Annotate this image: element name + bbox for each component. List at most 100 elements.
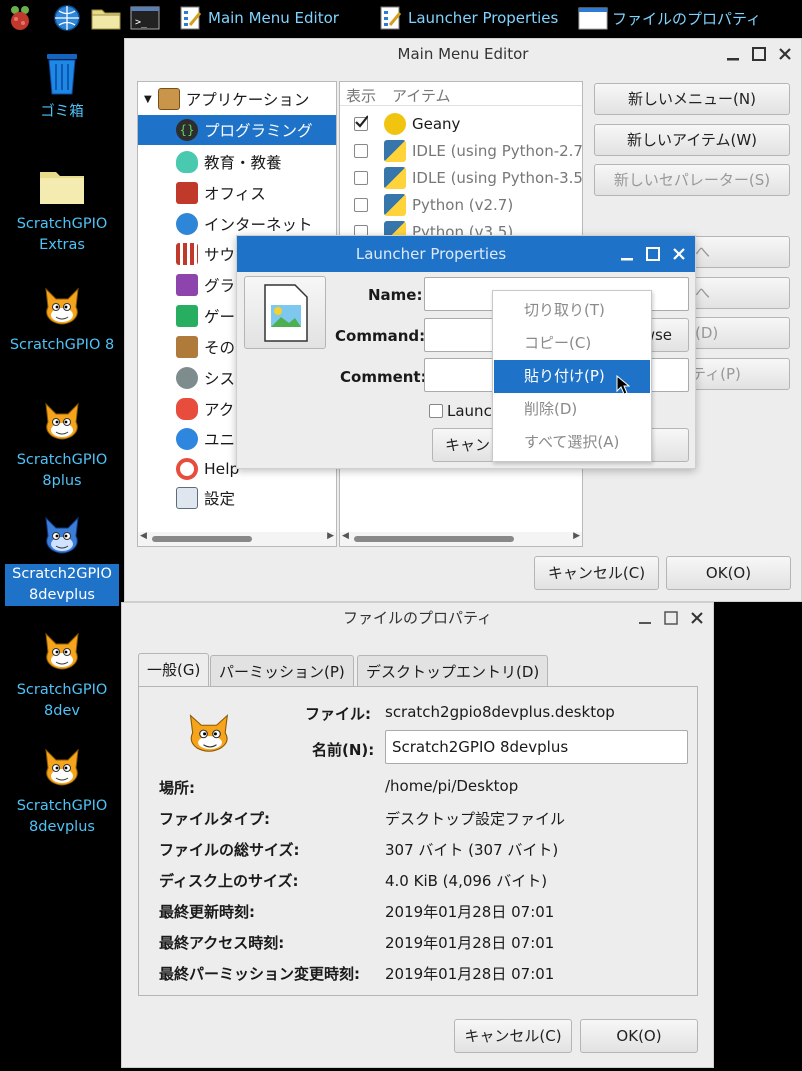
maximize-icon[interactable] [645,246,661,262]
general-tab-panel: ファイル: scratch2gpio8devplus.desktop 名前(N)… [138,686,698,996]
ok-button[interactable]: OK(O) [666,556,791,590]
education-icon [176,151,198,173]
desktop-icon-scratch2gpio-8devplus[interactable]: Scratch2GPIO 8devplus [4,512,120,606]
menu-item-copy[interactable]: コピー(C) [494,327,650,360]
list-header: 表示 アイテム [340,82,582,106]
ok-button[interactable]: OK(O) [580,1019,698,1053]
tree-item-office[interactable]: オフィス [138,178,266,208]
raspberry-menu-icon[interactable] [6,4,34,32]
tab-desktop-entry[interactable]: デスクトップエントリ(D) [357,655,549,687]
visible-checkbox[interactable] [354,170,368,185]
column-header-item[interactable]: アイテム [392,85,451,106]
name-label: Name: [368,286,423,304]
desktop-icon-label: ScratchGPIO 8dev [16,682,108,719]
permission-changed-label: 最終パーミッション変更時刻: [159,965,360,983]
disk-size-value: 4.0 KiB (4,096 バイト) [385,872,548,890]
browser-icon[interactable] [53,4,81,32]
minimize-icon[interactable] [725,46,741,62]
tree-horizontal-scrollbar[interactable]: ◀ ▶ [138,531,336,546]
tree-item-programming[interactable]: {} プログラミング [138,115,336,145]
tree-item-settings[interactable]: 設定 [138,483,235,513]
tab-bar: 一般(G) パーミッション(P) デスクトップエントリ(D) [138,653,698,689]
universal-access-icon [176,428,198,450]
other-icon [176,336,198,358]
programming-icon: {} [176,119,198,141]
tree-item-graphics[interactable]: グラ [138,270,235,300]
scratch-cat-icon [38,628,86,676]
tree-item-education[interactable]: 教育・教養 [138,147,282,177]
terminal-icon[interactable]: >_ [130,4,160,32]
launch-in-terminal-checkbox[interactable]: Launc [429,402,492,420]
python-icon [384,193,406,216]
desktop-icon-scratchgpio-extras[interactable]: ScratchGPIO Extras [4,162,120,256]
desktop-icon-label: ScratchGPIO 8 [9,337,115,353]
cancel-button[interactable]: キャンセル(C) [454,1019,572,1053]
tree-item-other[interactable]: その [138,332,235,362]
help-icon [176,458,198,480]
name-input[interactable]: Scratch2GPIO 8devplus [385,730,688,764]
expand-arrow-icon[interactable]: ▼ [144,94,152,105]
tree-item-accessories[interactable]: アク [138,394,234,424]
task-file-properties[interactable]: ファイルのプロパティ [578,2,761,34]
file-type-label: ファイルタイプ: [159,810,270,828]
task-label: Launcher Properties [408,9,559,27]
column-header-show[interactable]: 表示 [346,85,376,106]
desktop-icon-scratchgpio-8[interactable]: ScratchGPIO 8 [4,283,120,356]
permission-changed-value: 2019年01月28日 07:01 [385,965,555,983]
visible-checkbox[interactable] [354,143,368,158]
close-icon[interactable] [671,246,687,262]
scratch-cat-icon [38,398,86,446]
tree-item-games[interactable]: ゲー [138,301,235,331]
desktop-icon-scratchgpio-8devplus[interactable]: ScratchGPIO 8devplus [4,744,120,838]
new-separator-button[interactable]: 新しいセパレーター(S) [594,164,790,196]
minimize-icon[interactable] [619,246,635,262]
list-item[interactable]: IDLE (using Python-2.7) [340,137,582,164]
desktop-icon-label: ScratchGPIO Extras [16,216,108,253]
list-item[interactable]: Geany [340,110,460,137]
desktop-icon-scratchgpio-8dev[interactable]: ScratchGPIO 8dev [4,628,120,722]
menu-item-cut[interactable]: 切り取り(T) [494,294,650,327]
menu-item-select-all[interactable]: すべて選択(A) [494,426,650,459]
total-size-value: 307 バイト (307 バイト) [385,841,559,859]
tab-general[interactable]: 一般(G) [138,653,210,687]
minimize-icon[interactable] [637,610,653,626]
settings-icon [176,487,198,509]
folder-icon [157,88,180,110]
new-item-button[interactable]: 新しいアイテム(W) [594,124,790,156]
task-launcher-properties[interactable]: Launcher Properties [378,2,558,34]
window-controls [619,236,687,272]
file-type-value: デスクトップ設定ファイル [385,810,566,828]
new-menu-button[interactable]: 新しいメニュー(N) [594,83,790,115]
file-manager-icon[interactable] [90,4,122,32]
scratch-cat-icon [184,713,236,761]
visible-checkbox[interactable] [354,197,368,212]
maximize-icon[interactable] [751,46,767,62]
command-label: Command: [335,327,426,345]
scratch-cat-icon [38,283,86,331]
system-icon [176,367,198,389]
cancel-button[interactable]: キャンセル(C) [534,556,659,590]
maximize-icon[interactable] [663,610,679,626]
launcher-icon-button[interactable] [244,276,326,349]
list-horizontal-scrollbar[interactable]: ◀ ▶ [340,531,582,546]
comment-label: Comment: [340,368,427,386]
visible-checkbox[interactable] [354,114,368,131]
modified-label: 最終更新時刻: [159,903,255,921]
close-icon[interactable] [689,610,705,626]
close-icon[interactable] [777,46,793,62]
desktop-icon-trash[interactable]: ゴミ箱 [4,50,120,123]
tree-item-universal-access[interactable]: ユニ [138,424,235,454]
games-icon [176,305,198,327]
list-item[interactable]: Python (v2.7) [340,191,513,218]
tree-item-system[interactable]: シス [138,363,235,393]
tree-item-applications[interactable]: ▼ アプリケーション [138,84,336,114]
tree-item-sound[interactable]: サウ [138,239,235,269]
desktop-icon-label: ScratchGPIO 8devplus [16,798,108,835]
task-main-menu-editor[interactable]: Main Menu Editor [178,2,339,34]
list-item[interactable]: IDLE (using Python-3.5) [340,164,582,191]
desktop-icon-scratchgpio-8plus[interactable]: ScratchGPIO 8plus [4,398,120,492]
tab-permissions[interactable]: パーミッション(P) [210,655,354,687]
tree-item-help[interactable]: Help [138,454,239,484]
desktop-icon-label: Scratch2GPIO 8devplus [5,564,119,606]
location-label: 場所: [159,779,195,797]
